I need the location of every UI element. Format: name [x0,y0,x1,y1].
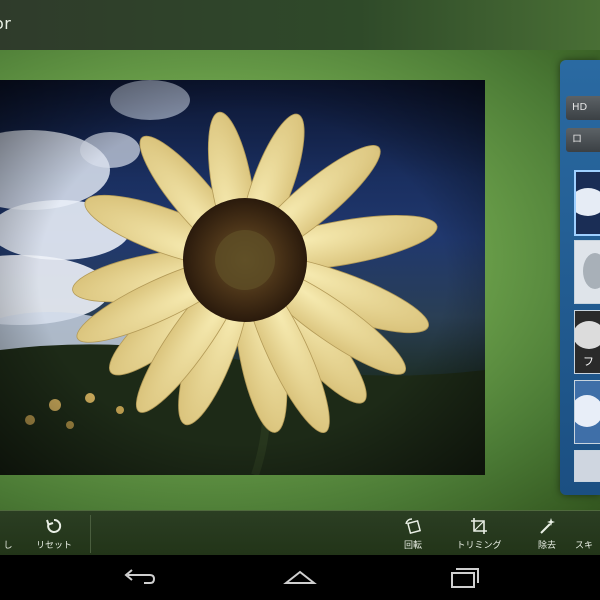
trim-label: トリミング [456,541,502,551]
photo-preview[interactable] [0,80,485,475]
thumbnail-image [575,241,600,303]
filter-thumbnail[interactable]: フ [574,310,600,374]
rotate-button[interactable]: 回転 [393,511,433,556]
remove-label: 除去 [537,541,556,551]
app-title: or [0,14,12,33]
filter-thumbnail[interactable] [574,170,600,236]
reset-button[interactable]: リセット [28,511,80,556]
system-navigation-bar [0,555,600,600]
home-icon[interactable] [280,563,320,591]
editor-toolbar: し リセット 回転 トリミング 除去 スキ [0,510,600,556]
crop-icon [471,518,487,534]
panel-menu-button[interactable]: ロ [566,128,600,152]
undo-button[interactable]: し [0,511,28,556]
toolbar-divider [90,515,91,553]
filter-side-panel: HD ロ フ [560,60,600,495]
thumbnail-image [575,381,600,443]
rotate-label: 回転 [403,541,422,551]
filter-thumbnail[interactable] [574,240,600,304]
remove-button[interactable]: 除去 [527,511,567,556]
rotate-icon [405,518,422,535]
trim-button[interactable]: トリミング [448,511,510,556]
thumbnail-image [575,451,600,481]
undo-label: し [3,541,13,551]
thumbnail-image [576,172,600,234]
action-bar: or [0,0,600,50]
sketch-button[interactable]: スキ [575,511,600,556]
recents-icon[interactable] [444,563,484,591]
filter-thumbnail[interactable] [574,450,600,482]
hd-button[interactable]: HD [566,96,600,120]
back-icon[interactable] [118,563,158,591]
magic-wand-icon [540,518,555,534]
sketch-label: スキ [575,541,594,551]
reset-label: リセット [35,541,72,551]
thumbnail-caption: フ [583,355,594,368]
rotate-ccw-icon [46,518,62,533]
filter-thumbnail[interactable] [574,380,600,444]
sunflower-photo [0,80,485,475]
